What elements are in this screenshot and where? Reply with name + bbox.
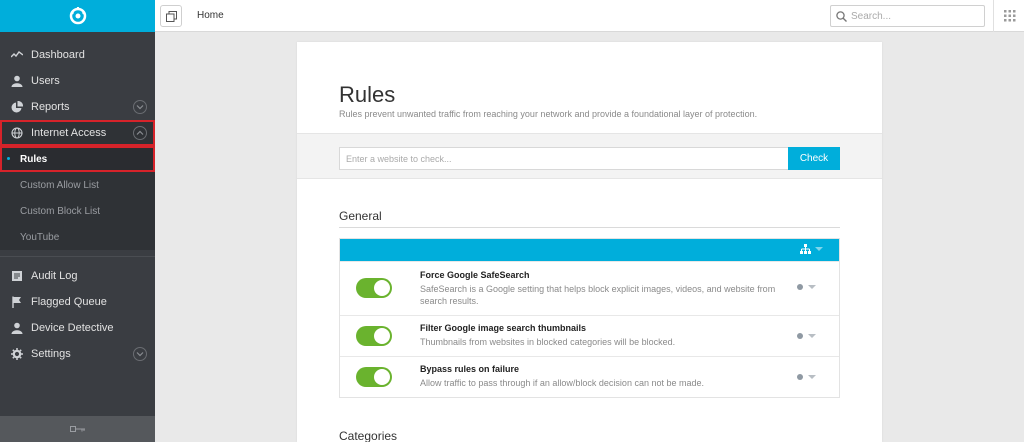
rule-description: Allow traffic to pass through if an allo…	[420, 378, 704, 388]
logo-bar	[0, 0, 155, 32]
sidebar-subitem-label: Custom Block List	[20, 205, 101, 217]
status-dot-icon	[797, 333, 803, 339]
rule-toggle-bypass-on-failure[interactable]	[356, 367, 392, 387]
collapse-sidebar-button[interactable]	[0, 416, 155, 442]
caret-down-icon	[808, 285, 816, 289]
toggle-knob	[374, 280, 390, 296]
rule-name: Bypass rules on failure	[420, 364, 520, 374]
rule-name: Filter Google image search thumbnails	[420, 323, 587, 333]
sidebar-item-label: Users	[31, 75, 60, 87]
section-divider	[339, 227, 840, 228]
breadcrumb[interactable]: Home	[197, 10, 224, 21]
windows-icon	[165, 10, 177, 22]
key-icon	[69, 426, 85, 432]
status-dot-icon	[797, 284, 803, 290]
caret-down-icon[interactable]	[815, 247, 823, 251]
sidebar-item-label: Reports	[31, 101, 70, 113]
search-box[interactable]	[830, 5, 985, 27]
page-title: Rules	[339, 82, 396, 107]
pie-chart-icon	[11, 101, 23, 113]
sidebar-subitem-label: YouTube	[20, 231, 60, 243]
flag-icon	[11, 296, 23, 308]
search-icon	[836, 10, 847, 22]
status-dot-icon	[797, 374, 803, 380]
sidebar-item-reports[interactable]: Reports	[0, 94, 155, 120]
rules-table-header	[340, 239, 839, 261]
sidebar-item-label: Flagged Queue	[31, 296, 107, 308]
chevron-up-icon[interactable]	[133, 126, 147, 140]
section-title-categories: Categories	[339, 429, 398, 442]
caret-down-icon	[808, 375, 816, 379]
rules-panel: Rules Rules prevent unwanted traffic fro…	[297, 42, 882, 442]
sidebar-item-dashboard[interactable]: Dashboard	[0, 42, 155, 68]
sidebar-item-audit-log[interactable]: Audit Log	[0, 263, 155, 289]
website-check-bar: Check	[297, 133, 882, 179]
sidebar-item-users[interactable]: Users	[0, 68, 155, 94]
rule-description: SafeSearch is a Google setting that help…	[420, 284, 776, 306]
header-controls[interactable]	[800, 244, 823, 254]
sidebar-subitem-rules[interactable]: Rules	[0, 146, 155, 172]
rule-toggle-force-safesearch[interactable]	[356, 278, 392, 298]
rule-description: Thumbnails from websites in blocked cate…	[420, 337, 676, 347]
user-icon	[11, 75, 23, 87]
sidebar-item-label: Internet Access	[31, 127, 107, 139]
sidebar-item-flagged-queue[interactable]: Flagged Queue	[0, 289, 155, 315]
general-rules-table: Force Google SafeSearch SafeSearch is a …	[339, 238, 840, 398]
window-toggle-button[interactable]	[160, 5, 182, 27]
logo-icon	[69, 7, 86, 25]
topbar-divider	[993, 0, 994, 32]
sidebar-item-device-detective[interactable]: Device Detective	[0, 315, 155, 341]
rule-toggle-filter-thumbnails[interactable]	[356, 326, 392, 346]
sidebar-item-label: Settings	[31, 348, 71, 360]
globe-icon	[11, 127, 23, 139]
search-input[interactable]	[851, 10, 976, 22]
hierarchy-icon[interactable]	[800, 244, 811, 254]
toggle-knob	[374, 328, 390, 344]
chevron-down-icon[interactable]	[133, 347, 147, 361]
caret-down-icon	[808, 334, 816, 338]
sidebar: Dashboard Users Reports Internet Access	[0, 0, 155, 442]
sidebar-subitem-label: Rules	[20, 153, 48, 165]
sidebar-item-label: Audit Log	[31, 270, 78, 282]
sidebar-item-settings[interactable]: Settings	[0, 341, 155, 367]
sidebar-nav: Dashboard Users Reports Internet Access	[0, 32, 155, 367]
website-check-input[interactable]	[339, 147, 789, 170]
sidebar-subitem-youtube[interactable]: YouTube	[0, 224, 155, 250]
rule-row: Force Google SafeSearch SafeSearch is a …	[340, 261, 839, 315]
page-subtitle: Rules prevent unwanted traffic from reac…	[339, 109, 758, 119]
chevron-down-icon[interactable]	[133, 100, 147, 114]
sidebar-subitem-custom-block-list[interactable]: Custom Block List	[0, 198, 155, 224]
sidebar-subitem-label: Custom Allow List	[20, 179, 99, 191]
user-icon	[11, 322, 23, 334]
apps-grid-icon[interactable]	[1004, 10, 1016, 25]
rule-row: Filter Google image search thumbnails Th…	[340, 315, 839, 356]
check-button[interactable]: Check	[788, 147, 840, 170]
rule-row: Bypass rules on failure Allow traffic to…	[340, 356, 839, 397]
gear-icon	[11, 348, 23, 360]
toggle-knob	[374, 369, 390, 385]
log-icon	[11, 270, 23, 282]
sidebar-item-label: Device Detective	[31, 322, 114, 334]
active-dot-icon	[7, 157, 10, 160]
sidebar-item-label: Dashboard	[31, 49, 85, 61]
top-bar: Home	[155, 0, 1024, 32]
rule-options-dropdown[interactable]	[797, 333, 816, 339]
sidebar-subitem-custom-allow-list[interactable]: Custom Allow List	[0, 172, 155, 198]
sidebar-item-internet-access[interactable]: Internet Access	[0, 120, 155, 146]
section-title-general: General	[339, 209, 382, 223]
rule-options-dropdown[interactable]	[797, 374, 816, 380]
activity-icon	[11, 49, 23, 61]
rule-options-dropdown[interactable]	[797, 284, 816, 290]
internet-access-submenu: Rules Custom Allow List Custom Block Lis…	[0, 146, 155, 250]
sidebar-divider	[0, 256, 155, 257]
rule-name: Force Google SafeSearch	[420, 270, 530, 280]
